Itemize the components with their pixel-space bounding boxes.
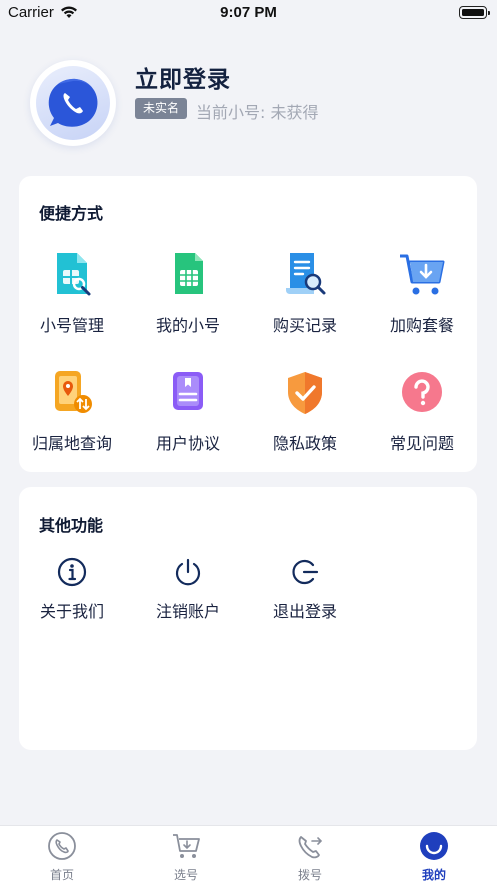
shortcut-label: 隐私政策 [272,434,337,453]
tab-label: 我的 [421,868,446,882]
tab-label: 首页 [49,868,74,882]
profile-smile-icon [420,832,448,860]
shortcuts-card: 便捷方式 小号管理 我的小号 购买记录 加购套餐 归属地查询 用户协议 隐私政策… [19,176,477,472]
login-title[interactable]: 立即登录 [135,60,231,94]
current-number-status: 当前小号: 未获得 [196,103,319,122]
agreement-icon [173,372,203,410]
location-query-icon [55,371,92,413]
cart-icon [173,834,200,858]
shortcut-purchase-records[interactable]: 购买记录 [247,250,363,350]
other-functions-title: 其他功能 [39,516,104,535]
shortcut-label: 购买记录 [272,316,337,335]
sim-manage-icon [57,253,91,296]
question-icon [402,372,442,412]
tab-label: 拨号 [297,868,322,882]
phone-bubble-icon [48,78,98,127]
other-logout[interactable]: 退出登录 [247,557,363,657]
avatar[interactable] [30,60,116,146]
tab-label: 选号 [173,868,198,882]
shortcut-label: 常见问题 [389,434,454,453]
shortcut-my-numbers[interactable]: 我的小号 [130,250,246,350]
info-icon [57,557,87,587]
shortcut-privacy-policy[interactable]: 隐私政策 [247,368,363,468]
other-functions-card: 其他功能 关于我们 注销账户 退出登录 [19,487,477,750]
purchase-record-icon [286,253,326,295]
tab-select-number[interactable]: 选号 [124,826,248,883]
clock: 9:07 PM [220,4,277,21]
tab-mine[interactable]: 我的 [372,826,496,883]
other-cancel-account[interactable]: 注销账户 [130,557,246,657]
shortcut-label: 我的小号 [155,316,220,335]
shortcut-add-package[interactable]: 加购套餐 [364,250,480,350]
shortcuts-title: 便捷方式 [39,204,104,223]
shortcut-faq[interactable]: 常见问题 [364,368,480,468]
shortcut-label: 加购套餐 [389,316,454,335]
other-about-us[interactable]: 关于我们 [14,557,130,657]
shortcut-user-agreement[interactable]: 用户协议 [130,368,246,468]
shortcut-label: 归属地查询 [31,434,112,453]
bottom-tab-bar: 首页 选号 拨号 我的 [0,825,497,883]
logout-icon [292,559,319,585]
tab-home[interactable]: 首页 [0,826,124,883]
other-label: 退出登录 [272,602,337,621]
avatar-background [36,66,110,140]
power-icon [175,558,201,586]
tab-dial[interactable]: 拨号 [248,826,372,883]
realname-status-badge: 未实名 [135,98,188,119]
cart-add-icon [400,254,445,295]
battery-icon [459,6,490,19]
sim-card-icon [175,253,203,294]
shortcut-number-management[interactable]: 小号管理 [14,250,130,350]
shortcut-location-query[interactable]: 归属地查询 [14,368,130,468]
other-label: 关于我们 [39,602,104,621]
dial-icon [298,836,323,859]
home-phone-icon [48,832,76,860]
shortcut-label: 用户协议 [155,434,220,453]
status-bar: Carrier 9:07 PM [0,0,497,26]
shortcut-label: 小号管理 [39,316,104,335]
shield-check-icon [288,372,322,414]
other-label: 注销账户 [155,602,220,621]
